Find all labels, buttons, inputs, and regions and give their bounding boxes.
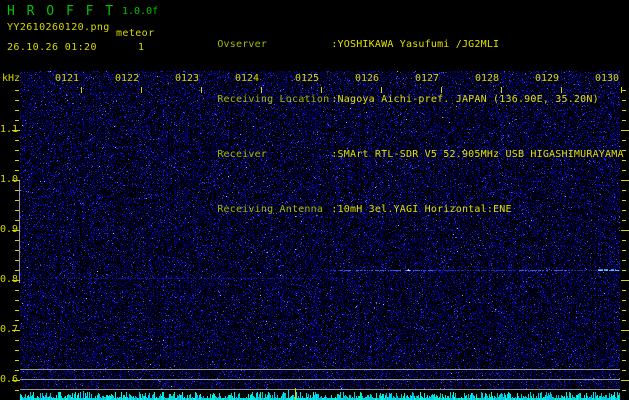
y-tick-label: 0.6 (0, 374, 19, 385)
info-label: Receiving Antenna (217, 204, 324, 215)
x-tick-label: 0130 (594, 73, 620, 84)
y-tick-label: 1.1 (0, 124, 19, 135)
y-tick-label: 0.7 (0, 324, 19, 335)
info-value: :Nagoya Aichi-pref. JAPAN (136.90E, 35.2… (331, 94, 599, 105)
hrofft-screen: H R O F F T 1.0.0f YY2610260120.png mete… (0, 0, 629, 400)
info-value: :10mH 3el.YAGI Horizontal:ENE (331, 204, 512, 215)
info-label: Receiving Location (217, 94, 330, 105)
info-row-location: Receiving Location:Nagoya Aichi-pref. JA… (180, 83, 624, 116)
mode-label: meteor (116, 28, 155, 39)
info-row-observer: Ovserver :YOSHIKAWA Yasufumi /JG2MLI (180, 28, 624, 61)
output-filename: YY2610260120.png (7, 22, 110, 33)
y-axis-unit-label: kHz (2, 73, 21, 84)
x-tick-label: 0127 (414, 73, 440, 84)
station-info: Ovserver :YOSHIKAWA Yasufumi /JG2MLI Rece… (180, 6, 624, 248)
x-tick-label: 0126 (354, 73, 380, 84)
x-tick-label: 0129 (534, 73, 560, 84)
info-row-receiver: Receiver :SMArt RTL-SDR V5 52.905MHz USB … (180, 138, 624, 171)
y-tick-label: 0.8 (0, 274, 19, 285)
y-tick-label: 0.9 (0, 224, 19, 235)
meteor-count: 1 (138, 42, 145, 53)
info-label: Ovserver (217, 39, 268, 50)
y-tick-label: 1.0 (0, 174, 19, 185)
x-tick-label: 0123 (174, 73, 200, 84)
x-tick-label: 0128 (474, 73, 500, 84)
info-value: :YOSHIKAWA Yasufumi /JG2MLI (331, 39, 500, 50)
datetime-label: 26.10.26 01:20 (7, 42, 97, 53)
app-version: 1.0.0f (122, 6, 159, 17)
x-tick-label: 0124 (234, 73, 260, 84)
x-tick-label: 0121 (54, 73, 80, 84)
info-value: :SMArt RTL-SDR V5 52.905MHz USB HIGASHIM… (331, 149, 624, 160)
x-tick-label: 0125 (294, 73, 320, 84)
app-title: H R O F F T (7, 4, 116, 19)
info-label: Receiver (217, 149, 268, 160)
x-tick-label: 0122 (114, 73, 140, 84)
info-row-antenna: Receiving Antenna :10mH 3el.YAGI Horizont… (180, 193, 624, 226)
